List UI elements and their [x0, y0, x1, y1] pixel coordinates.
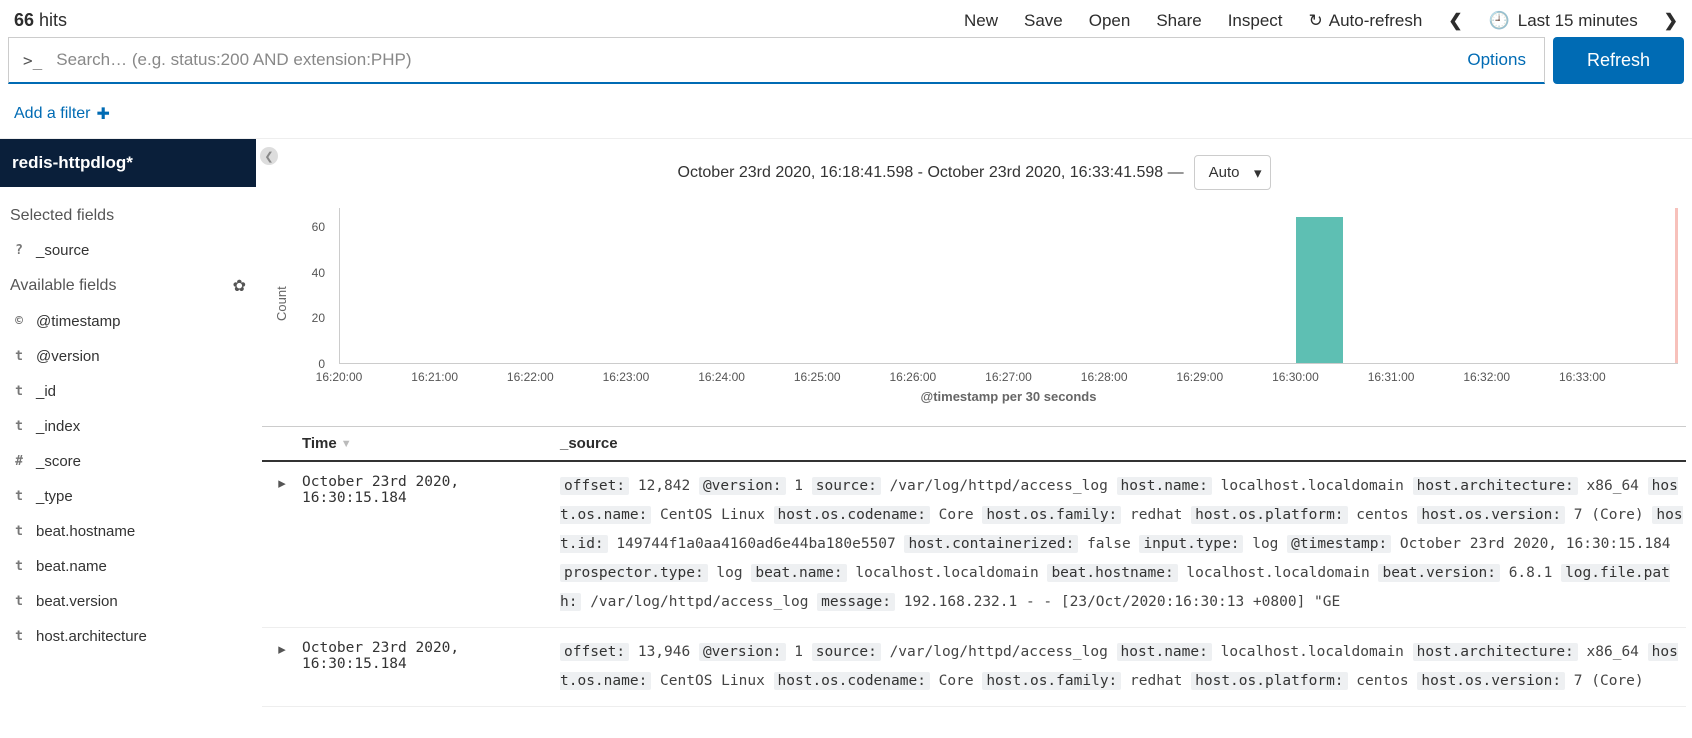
selected-fields-list: ? _source [10, 233, 246, 268]
field-name: @timestamp [36, 313, 120, 330]
query-row: >_ Options Refresh [0, 37, 1692, 94]
timerange-button[interactable]: 🕘 Last 15 minutes [1489, 11, 1638, 31]
save-button[interactable]: Save [1024, 11, 1063, 31]
x-axis: @timestamp per 30 seconds 16:20:0016:21:… [339, 366, 1678, 404]
field-type-icon: © [12, 314, 26, 329]
hits-count: 66 hits [14, 10, 67, 31]
row-source: offset: 12,842 @version: 1 source: /var/… [560, 472, 1686, 617]
plot-area[interactable] [339, 208, 1678, 364]
field-name: _source [36, 242, 89, 259]
field-type-icon: t [12, 524, 26, 539]
field-name: host.architecture [36, 628, 147, 645]
main-split: redis-httpdlog* Selected fields ? _source… [0, 139, 1692, 707]
index-pattern-selector[interactable]: redis-httpdlog* [0, 139, 256, 187]
field-item[interactable]: t _type [10, 479, 246, 514]
field-type-icon: t [12, 559, 26, 574]
sort-icon: ▼ [341, 438, 352, 450]
results-table: Time▼ _source ▸October 23rd 2020, 16:30:… [262, 426, 1686, 707]
field-type-icon: t [12, 349, 26, 364]
chevron-down-icon: ▾ [1254, 164, 1262, 182]
time-range-label: October 23rd 2020, 16:18:41.598 - Octobe… [262, 149, 1686, 204]
plus-icon: ✚ [96, 104, 109, 124]
inspect-button[interactable]: Inspect [1228, 11, 1283, 31]
gear-icon[interactable]: ✿ [233, 276, 246, 296]
field-name: _type [36, 488, 73, 505]
field-name: @version [36, 348, 100, 365]
expand-row-button[interactable]: ▸ [262, 638, 302, 696]
field-type-icon: # [12, 454, 26, 469]
table-row: ▸October 23rd 2020, 16:30:15.184offset: … [262, 628, 1686, 707]
prompt-icon: >_ [9, 51, 56, 70]
field-name: _id [36, 383, 56, 400]
table-row: ▸October 23rd 2020, 16:30:15.184offset: … [262, 462, 1686, 628]
filter-bar: Add a filter ✚ [0, 94, 1692, 139]
collapse-sidebar-button[interactable]: ❮ [260, 147, 278, 165]
refresh-button[interactable]: Refresh [1553, 37, 1684, 84]
field-item[interactable]: # _score [10, 444, 246, 479]
field-item[interactable]: t beat.version [10, 584, 246, 619]
source-column-header[interactable]: _source [560, 435, 1686, 452]
autorefresh-button[interactable]: ↻ Auto-refresh [1309, 11, 1423, 31]
time-next-button[interactable]: ❯ [1664, 11, 1678, 31]
new-button[interactable]: New [964, 11, 998, 31]
field-name: _score [36, 453, 81, 470]
row-time: October 23rd 2020, 16:30:15.184 [302, 472, 560, 617]
expand-row-button[interactable]: ▸ [262, 472, 302, 617]
time-prev-button[interactable]: ❮ [1448, 11, 1462, 31]
query-box: >_ Options [8, 37, 1545, 84]
field-item[interactable]: t beat.name [10, 549, 246, 584]
field-item[interactable]: t @version [10, 339, 246, 374]
field-item[interactable]: t _index [10, 409, 246, 444]
current-time-band [1675, 208, 1678, 363]
field-name: beat.version [36, 593, 118, 610]
top-bar: 66 hits New Save Open Share Inspect ↻ Au… [0, 0, 1692, 37]
field-name: beat.hostname [36, 523, 135, 540]
field-item[interactable]: ? _source [10, 233, 246, 268]
share-button[interactable]: Share [1156, 11, 1201, 31]
histogram-chart[interactable]: Count 0204060 @timestamp per 30 seconds … [262, 204, 1686, 404]
field-item[interactable]: t beat.hostname [10, 514, 246, 549]
available-fields-list: ©@timestampt@versiont_idt_index#_scoret_… [10, 304, 246, 654]
clock-icon: 🕘 [1489, 11, 1510, 31]
search-input[interactable] [56, 38, 1449, 82]
add-filter-button[interactable]: Add a filter ✚ [14, 104, 110, 124]
row-time: October 23rd 2020, 16:30:15.184 [302, 638, 560, 696]
histogram-bar[interactable] [1296, 217, 1344, 363]
field-type-icon: t [12, 594, 26, 609]
table-header: Time▼ _source [262, 426, 1686, 462]
top-nav: New Save Open Share Inspect ↻ Auto-refre… [964, 11, 1678, 31]
sidebar: redis-httpdlog* Selected fields ? _source… [0, 139, 256, 707]
refresh-icon: ↻ [1309, 11, 1323, 31]
y-axis: 0204060 [291, 204, 331, 364]
field-item[interactable]: t _id [10, 374, 246, 409]
field-type-icon: t [12, 629, 26, 644]
selected-fields-label: Selected fields [10, 207, 246, 225]
open-button[interactable]: Open [1089, 11, 1131, 31]
field-type-icon: t [12, 384, 26, 399]
query-options-button[interactable]: Options [1449, 50, 1544, 70]
row-source: offset: 13,946 @version: 1 source: /var/… [560, 638, 1686, 696]
field-item[interactable]: t host.architecture [10, 619, 246, 654]
field-name: _index [36, 418, 80, 435]
field-type-icon: t [12, 419, 26, 434]
x-axis-label: @timestamp per 30 seconds [921, 389, 1097, 404]
field-type-icon: t [12, 489, 26, 504]
interval-select[interactable]: Auto ▾ [1194, 155, 1271, 190]
available-fields-label: Available fields ✿ [10, 276, 246, 296]
field-item[interactable]: © @timestamp [10, 304, 246, 339]
time-column-header[interactable]: Time▼ [302, 435, 560, 452]
field-type-icon: ? [12, 243, 26, 258]
y-axis-label: Count [272, 204, 291, 404]
content-area: ❮ October 23rd 2020, 16:18:41.598 - Octo… [256, 139, 1692, 707]
field-name: beat.name [36, 558, 107, 575]
